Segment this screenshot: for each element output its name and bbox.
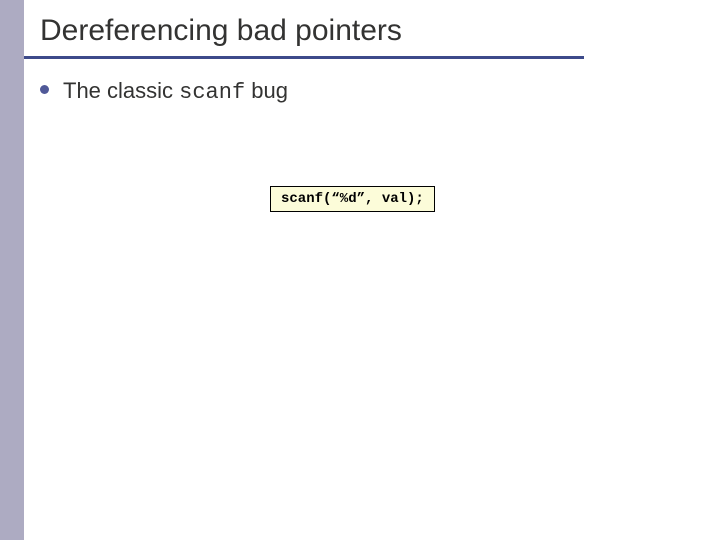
code-block: scanf(“%d”, val); [270, 186, 435, 212]
page-title: Dereferencing bad pointers [40, 14, 402, 48]
bullet-prefix: The classic [63, 78, 179, 103]
sidebar-accent [0, 0, 24, 540]
bullet-mono: scanf [179, 80, 245, 105]
bullet-suffix: bug [245, 78, 288, 103]
bullet-dot [40, 85, 49, 94]
title-underline [24, 56, 584, 59]
bullet-text: The classic scanf bug [63, 78, 288, 105]
bullet-item: The classic scanf bug [40, 78, 288, 105]
